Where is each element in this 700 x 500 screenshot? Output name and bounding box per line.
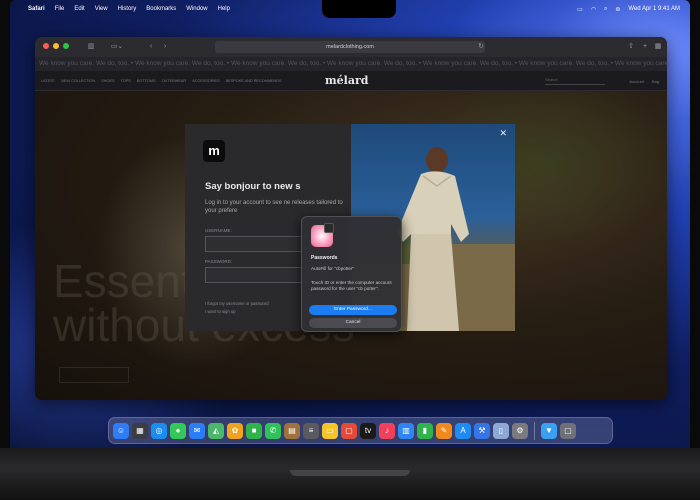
forgot-credentials-link[interactable]: I forgot my username or password <box>205 301 269 306</box>
menu-window[interactable]: Window <box>186 6 207 12</box>
menu-app-name[interactable]: Safari <box>28 6 45 12</box>
tab-overview-icon[interactable]: ▦ <box>652 41 664 53</box>
search-icon[interactable]: ⌕ <box>604 6 607 13</box>
desktop: Safari File Edit View History Bookmarks … <box>10 0 690 448</box>
menu-help[interactable]: Help <box>218 6 230 12</box>
username-label: USERNAME: <box>205 228 232 233</box>
notes-icon[interactable]: ▭ <box>322 422 338 439</box>
back-icon[interactable]: ‹ <box>145 41 157 53</box>
share-icon[interactable]: ⇧ <box>625 41 637 53</box>
menu-history[interactable]: History <box>118 6 137 12</box>
account-link[interactable]: Account <box>629 79 643 84</box>
trash-icon[interactable]: ▢ <box>560 422 576 439</box>
new-tab-icon[interactable]: + <box>639 41 651 53</box>
camera-notch <box>322 0 396 18</box>
contacts-icon[interactable]: ▤ <box>284 422 300 439</box>
tv-icon[interactable]: tv <box>360 422 376 439</box>
popup-subtitle: AutoFill for "cbpotter" <box>311 266 355 271</box>
safari-window: ▥ ▭⌄ ‹ › ▤ melardclothing.com ↻ ⇧ + ▦ We… <box>35 37 667 400</box>
pages-icon[interactable]: ✎ <box>436 422 452 439</box>
menubar-status: ▭ ◠ ⌕ ⊜ Wed Apr 1 9:41 AM <box>577 0 680 18</box>
reload-icon[interactable]: ↻ <box>475 41 487 53</box>
promo-banner: We know you care. We do, too. • We know … <box>35 57 667 71</box>
numbers-icon[interactable]: ▮ <box>417 422 433 439</box>
menu-bookmarks[interactable]: Bookmarks <box>146 6 176 12</box>
popup-title: Passwords <box>311 255 338 261</box>
nav-link[interactable]: NEW COLLECTION <box>61 79 95 83</box>
dock-separator <box>534 421 535 440</box>
site-nav: LATEST NEW COLLECTION SHOES TOPS BOTTOMS… <box>35 71 667 91</box>
nav-link[interactable]: SHOES <box>101 79 114 83</box>
mail-icon[interactable]: ✉ <box>189 422 205 439</box>
battery-icon[interactable]: ▭ <box>577 6 583 13</box>
forward-icon[interactable]: › <box>159 41 171 53</box>
launchpad-icon[interactable]: ▦ <box>132 422 148 439</box>
password-autofill-popup: Passwords AutoFill for "cbpotter" Touch … <box>301 216 402 332</box>
xcode-icon[interactable]: ⚒ <box>474 422 490 439</box>
downloads-folder-icon[interactable]: ▼ <box>541 422 557 439</box>
zoom-window-button[interactable] <box>63 43 69 49</box>
close-window-button[interactable] <box>43 43 49 49</box>
safari-icon[interactable]: ◎ <box>151 422 167 439</box>
nav-link[interactable]: OUTERWEAR <box>162 79 187 83</box>
preview-icon[interactable]: ▯ <box>493 422 509 439</box>
phone-icon[interactable]: ✆ <box>265 422 281 439</box>
minimize-window-button[interactable] <box>53 43 59 49</box>
system-settings-icon[interactable]: ⚙ <box>512 422 528 439</box>
password-label: PASSWORD: <box>205 259 233 264</box>
nav-link[interactable]: LATEST <box>41 79 55 83</box>
nav-link[interactable]: BESPOKE AND RECOMMENDS <box>226 79 282 83</box>
enter-password-button[interactable]: Enter Password... <box>309 305 397 315</box>
passwords-app-icon <box>324 223 334 233</box>
clock[interactable]: Wed Apr 1 9:41 AM <box>628 6 680 12</box>
tab-group-icon[interactable]: ▭⌄ <box>105 41 129 53</box>
bag-link[interactable]: Bag <box>652 79 659 84</box>
sidebar-icon[interactable]: ▥ <box>85 41 97 53</box>
site-account-links: Account Bag <box>629 71 659 91</box>
nav-link[interactable]: BOTTOMS <box>137 79 156 83</box>
safari-toolbar: ▥ ▭⌄ ‹ › ▤ melardclothing.com ↻ ⇧ + ▦ <box>35 37 667 57</box>
laptop-lid-groove <box>290 470 410 476</box>
popup-body: Touch ID or enter the computer account p… <box>311 280 392 291</box>
nav-link[interactable]: ACCESSORIES <box>192 79 219 83</box>
nav-link[interactable]: TOPS <box>121 79 131 83</box>
brand-logo: m <box>203 140 225 162</box>
app-store-icon[interactable]: A <box>455 422 471 439</box>
site-logo[interactable]: mélard <box>325 74 368 87</box>
modal-title: Say bonjour to new s <box>205 181 301 192</box>
address-bar[interactable]: melardclothing.com <box>215 41 485 53</box>
keynote-icon[interactable]: ▥ <box>398 422 414 439</box>
dock: ☺ ▦ ◎ ● ✉ ◭ ✿ ■ ✆ ▤ ≡ ▭ ▢ tv ♪ ▥ ▮ ✎ A ⚒ ▯ ⚙ ▼ ▢ <box>108 417 613 444</box>
control-center-icon[interactable]: ⊜ <box>615 6 620 13</box>
laptop: Safari File Edit View History Bookmarks … <box>0 0 700 500</box>
wifi-icon[interactable]: ◠ <box>591 6 596 13</box>
menu-edit[interactable]: Edit <box>74 6 84 12</box>
window-controls <box>43 43 69 49</box>
site-search-field[interactable]: Search <box>545 77 605 85</box>
hero-section: Essentials without excess m Say bonjour … <box>35 91 667 400</box>
reminders-icon[interactable]: ≡ <box>303 422 319 439</box>
site-nav-links: LATEST NEW COLLECTION SHOES TOPS BOTTOMS… <box>41 71 282 91</box>
music-icon[interactable]: ♪ <box>379 422 395 439</box>
signup-link[interactable]: I want to sign up <box>205 309 236 314</box>
menu-view[interactable]: View <box>95 6 108 12</box>
photos-icon[interactable]: ✿ <box>227 422 243 439</box>
messages-icon[interactable]: ● <box>170 422 186 439</box>
modal-description: Log in to your account to see ne release… <box>205 200 343 214</box>
facetime-icon[interactable]: ■ <box>246 422 262 439</box>
maps-icon[interactable]: ◭ <box>208 422 224 439</box>
calendar-icon[interactable]: ▢ <box>341 422 357 439</box>
cancel-button[interactable]: Cancel <box>309 318 397 328</box>
menu-file[interactable]: File <box>55 6 65 12</box>
finder-icon[interactable]: ☺ <box>113 422 129 439</box>
close-icon[interactable]: ✕ <box>499 128 507 139</box>
